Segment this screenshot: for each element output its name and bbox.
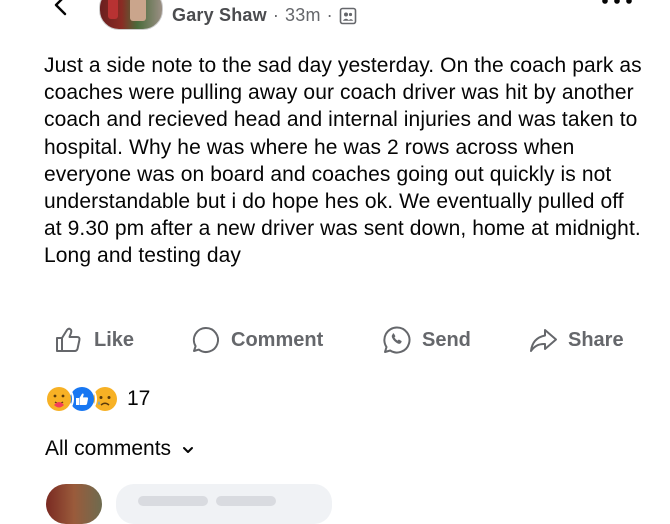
comment-button[interactable]: Comment xyxy=(191,318,323,362)
like-label: Like xyxy=(94,328,135,351)
reaction-summary[interactable]: 17 xyxy=(44,384,151,414)
comment-label: Comment xyxy=(231,328,324,351)
comments-sort-label: All comments xyxy=(45,437,172,460)
post-time[interactable]: 33m xyxy=(285,5,321,26)
thumbs-up-icon xyxy=(56,327,81,352)
post-meta: Gary Shaw · 33m · xyxy=(172,5,357,26)
author-name[interactable]: Gary Shaw xyxy=(172,5,267,26)
post-body: Just a side note to the sad day yesterda… xyxy=(44,54,642,268)
more-dots-icon[interactable] xyxy=(600,0,634,7)
share-button[interactable]: Share xyxy=(528,318,624,362)
chevron-left-icon[interactable] xyxy=(50,0,74,18)
send-label: Send xyxy=(422,328,471,351)
chevron-down-icon xyxy=(183,447,194,453)
share-arrow-icon xyxy=(530,329,557,352)
share-label: Share xyxy=(568,328,624,351)
post-header: Gary Shaw · 33m · xyxy=(0,0,670,34)
commenter-avatar[interactable] xyxy=(46,484,102,524)
comment-bubble-icon xyxy=(192,326,219,353)
author-avatar[interactable] xyxy=(99,0,163,30)
like-button[interactable]: Like xyxy=(54,318,134,362)
meta-separator: · xyxy=(272,5,280,25)
post-actions: Like Comment Send Share xyxy=(0,318,670,362)
comments-sort-dropdown[interactable]: All comments xyxy=(45,437,195,461)
group-audience-icon xyxy=(339,7,357,24)
reaction-count: 17 xyxy=(127,387,151,410)
send-button[interactable]: Send xyxy=(382,318,471,362)
messenger-send-icon xyxy=(383,326,411,354)
comment-bubble[interactable] xyxy=(116,484,332,524)
care-reaction-icon xyxy=(44,384,74,414)
meta-separator: · xyxy=(326,5,333,25)
